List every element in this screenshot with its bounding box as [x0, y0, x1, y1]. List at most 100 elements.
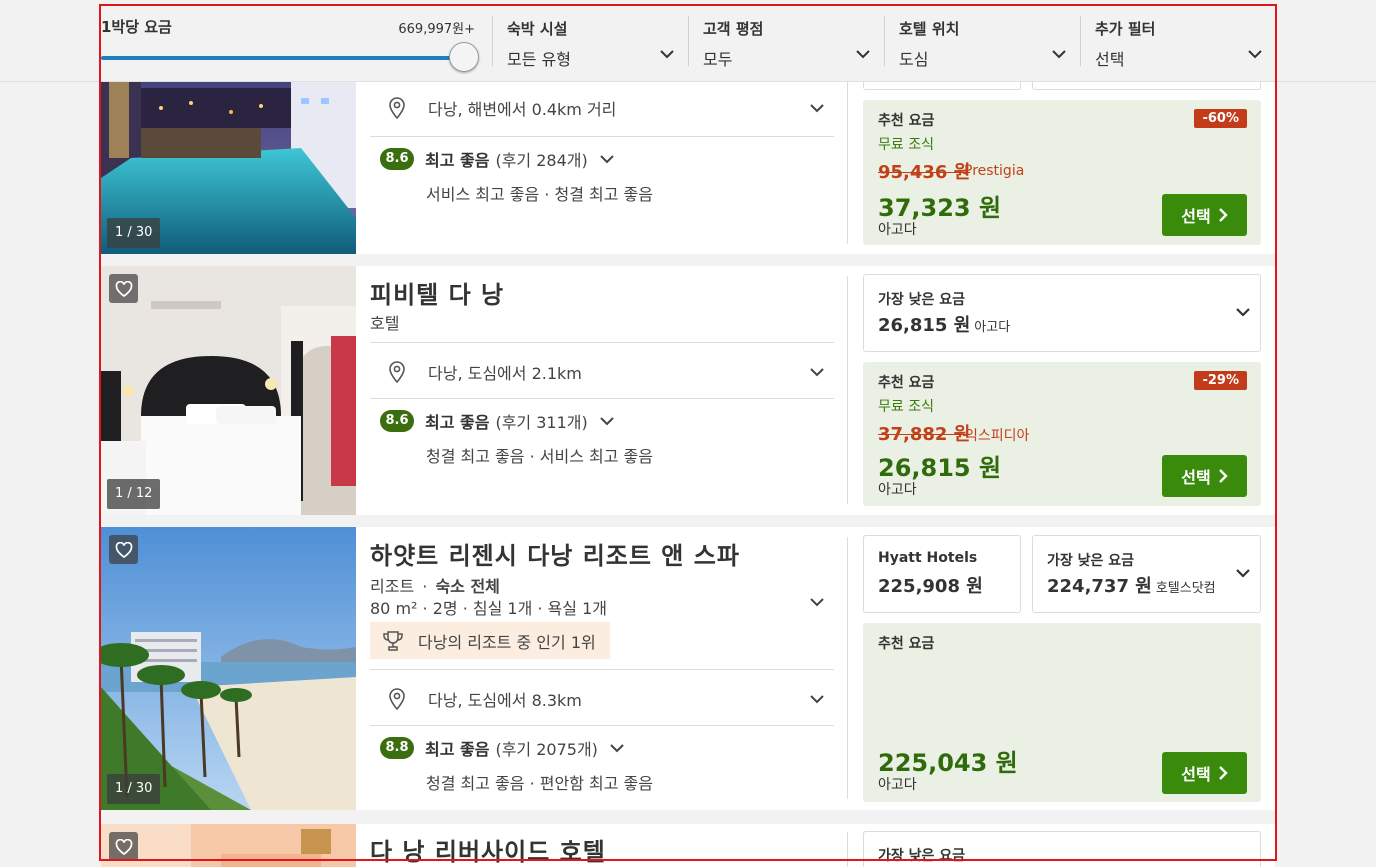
- lowest-price-amount: 224,737 원: [1047, 576, 1152, 597]
- chevron-down-icon[interactable]: [810, 103, 824, 113]
- lowest-price: 224,737 원 호텔스닷컴: [1047, 572, 1216, 598]
- chevron-down-icon[interactable]: [610, 743, 624, 753]
- hotel-name[interactable]: 다 낭 리버사이드 호텔: [370, 832, 606, 867]
- deal-label: 추천 요금: [878, 636, 935, 652]
- divider: [370, 342, 834, 343]
- deal-vendor: 아고다: [878, 777, 917, 793]
- rating-label: 최고 좋음: [425, 740, 490, 759]
- divider: [847, 78, 848, 244]
- chevron-right-icon: [1218, 208, 1228, 222]
- rating-row[interactable]: 8.6 최고 좋음 (후기 284개): [380, 147, 614, 171]
- more-filters[interactable]: 추가 필터 선택: [1080, 16, 1276, 69]
- photo-counter: 1 / 30: [107, 218, 161, 248]
- divider: [370, 136, 834, 137]
- hotel-name[interactable]: 하얏트 리젠시 다낭 리조트 앤 스파: [370, 536, 740, 571]
- price-slider-handle[interactable]: [449, 42, 479, 72]
- rating-details: 서비스 최고 좋음 · 청결 최고 좋음: [426, 185, 653, 204]
- hotel-room-image: [101, 824, 356, 867]
- recommended-deal[interactable]: 추천 요금 225,043 원 아고다 선택: [863, 623, 1261, 802]
- chevron-down-icon[interactable]: [1236, 308, 1250, 317]
- official-price: 225,908 원: [878, 576, 983, 597]
- location-filter-value: 도심: [899, 50, 929, 69]
- chevron-down-icon[interactable]: [600, 154, 614, 164]
- hotel-card[interactable]: 다 낭 리버사이드 호텔 가장 낮은 요금: [101, 824, 1275, 867]
- select-button[interactable]: 선택: [1162, 455, 1247, 497]
- save-heart-button[interactable]: [109, 535, 138, 564]
- lowest-price-label: 가장 낮은 요금: [878, 292, 966, 308]
- deal-vendor: 아고다: [878, 482, 917, 498]
- location-row[interactable]: 다낭, 도심에서 2.1km: [370, 358, 834, 386]
- price-slider-track[interactable]: [101, 56, 463, 60]
- property-type-title: 숙박 시설: [507, 20, 568, 38]
- lowest-price-box[interactable]: 가장 낮은 요금: [863, 831, 1261, 867]
- chevron-down-icon[interactable]: [600, 416, 614, 426]
- rating-label: 최고 좋음: [425, 151, 490, 170]
- official-price-box[interactable]: Hyatt Hotels 225,908 원: [863, 535, 1021, 613]
- hotel-photo[interactable]: [101, 824, 356, 867]
- discount-badge: -29%: [1194, 371, 1247, 390]
- property-type-value: 모든 유형: [507, 50, 571, 69]
- recommended-deal[interactable]: 추천 요금 -29% 무료 조식 37,882 원 익스피디아 26,815 원…: [863, 362, 1261, 506]
- location-row[interactable]: 다낭, 해변에서 0.4km 거리: [370, 94, 834, 122]
- map-pin-icon: [389, 361, 405, 383]
- map-pin-icon: [389, 688, 405, 710]
- hotel-card[interactable]: 1 / 30 하얏트 리젠시 다낭 리조트 앤 스파 리조트 · 숙소 전체 8…: [101, 527, 1275, 810]
- divider: [847, 276, 848, 504]
- select-button-label: 선택: [1181, 468, 1211, 487]
- save-heart-button[interactable]: [109, 274, 138, 303]
- save-heart-button[interactable]: [109, 832, 138, 861]
- map-pin-icon: [389, 97, 405, 119]
- rating-details: 청결 최고 좋음 · 편안함 최고 좋음: [426, 774, 653, 793]
- rating-label: 최고 좋음: [425, 413, 490, 432]
- beach-resort-image: [101, 527, 356, 810]
- rating-row[interactable]: 8.8 최고 좋음 (후기 2075개): [380, 736, 624, 760]
- hotel-type-row: 리조트 · 숙소 전체: [370, 573, 500, 597]
- hotel-photo[interactable]: 1 / 30: [101, 527, 356, 810]
- review-count: (후기 2075개): [495, 740, 598, 759]
- deal-vendor: 아고다: [878, 222, 917, 238]
- deal-price: 225,043 원: [878, 749, 1018, 777]
- free-breakfast: 무료 조식: [878, 137, 934, 153]
- heart-icon: [115, 280, 132, 297]
- location-filter-title: 호텔 위치: [899, 20, 960, 38]
- original-price-source: 익스피디아: [965, 428, 1030, 444]
- deal-price: 37,323 원: [878, 194, 1002, 222]
- chevron-down-icon[interactable]: [810, 694, 824, 704]
- review-count: (후기 311개): [495, 413, 588, 432]
- original-price: 95,436 원: [878, 162, 971, 183]
- original-price-source: Prestigia: [964, 163, 1025, 179]
- hotel-type: 리조트: [370, 577, 415, 596]
- select-button[interactable]: 선택: [1162, 752, 1247, 794]
- hotel-photo[interactable]: 1 / 12: [101, 266, 356, 515]
- hotel-type: 호텔: [370, 314, 400, 333]
- lowest-price-box[interactable]: 가장 낮은 요금 224,737 원 호텔스닷컴: [1032, 535, 1261, 613]
- price-filter[interactable]: 1박당 요금 669,997원+: [101, 16, 479, 72]
- free-breakfast: 무료 조식: [878, 399, 934, 415]
- location-row[interactable]: 다낭, 도심에서 8.3km: [370, 685, 834, 713]
- guest-rating-filter[interactable]: 고객 평점 모두: [688, 16, 884, 69]
- lowest-price-box[interactable]: 가장 낮은 요금 26,815 원 아고다: [863, 274, 1261, 352]
- price-filter-max: 669,997원+: [398, 22, 475, 37]
- chevron-down-icon: [1248, 50, 1262, 59]
- chevron-right-icon: [1218, 469, 1228, 483]
- recommended-deal[interactable]: 추천 요금 -60% 무료 조식 95,436 원 Prestigia 37,3…: [863, 100, 1261, 245]
- popularity-text: 다낭의 리조트 중 인기 1위: [418, 632, 596, 652]
- rating-details: 청결 최고 좋음 · 서비스 최고 좋음: [426, 447, 653, 466]
- select-button[interactable]: 선택: [1162, 194, 1247, 236]
- select-button-label: 선택: [1181, 765, 1211, 784]
- rating-score-badge: 8.6: [380, 148, 414, 170]
- divider: [847, 537, 848, 799]
- filter-bar: 1박당 요금 669,997원+ 숙박 시설 모든 유형 고객 평점 모두 호텔…: [0, 0, 1376, 82]
- chevron-down-icon[interactable]: [810, 367, 824, 377]
- location-filter[interactable]: 호텔 위치 도심: [884, 16, 1080, 69]
- hotel-card[interactable]: 1 / 12 피비텔 다 낭 호텔 다낭, 도심에서 2.1km 8.6 최고 …: [101, 266, 1275, 515]
- lowest-price: 26,815 원 아고다: [878, 311, 1010, 337]
- property-type-filter[interactable]: 숙박 시설 모든 유형: [492, 16, 688, 69]
- hotel-type-extra: 숙소 전체: [435, 577, 500, 596]
- official-site-label: Hyatt Hotels: [878, 550, 978, 566]
- hotel-name[interactable]: 피비텔 다 낭: [370, 275, 504, 310]
- rating-score-badge: 8.6: [380, 410, 414, 432]
- chevron-down-icon[interactable]: [810, 598, 824, 607]
- chevron-down-icon[interactable]: [1236, 569, 1250, 578]
- rating-row[interactable]: 8.6 최고 좋음 (후기 311개): [380, 409, 614, 433]
